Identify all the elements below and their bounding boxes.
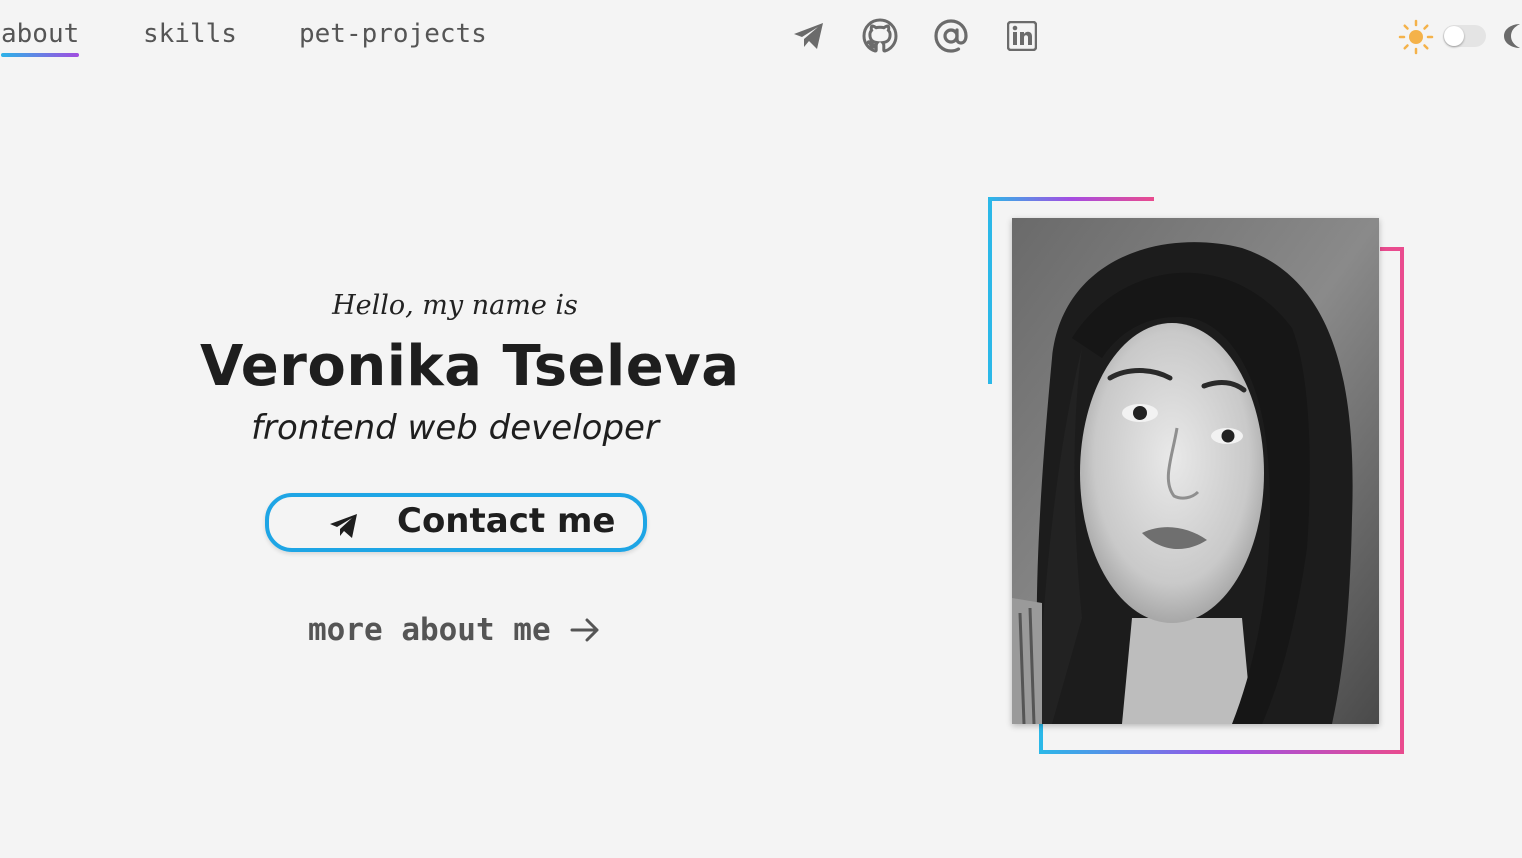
email-link[interactable] bbox=[931, 16, 971, 56]
github-icon bbox=[862, 18, 898, 53]
profile-photo-block bbox=[980, 190, 1420, 770]
nav-link-about[interactable]: about bbox=[1, 17, 80, 57]
nav-link-label: about bbox=[1, 19, 80, 49]
github-link[interactable] bbox=[860, 16, 900, 56]
frame-line bbox=[1039, 750, 1404, 754]
more-about-me-label: more about me bbox=[308, 612, 551, 648]
telegram-icon bbox=[330, 514, 357, 538]
nav-link-label: pet-projects bbox=[299, 19, 487, 49]
moon-icon bbox=[1504, 24, 1520, 48]
hero-name: Veronika Tseleva bbox=[200, 334, 740, 399]
sun-icon bbox=[1398, 19, 1434, 55]
email-at-icon bbox=[934, 19, 968, 53]
frame-line bbox=[988, 197, 992, 384]
contact-me-label: Contact me bbox=[397, 501, 616, 541]
nav-link-skills[interactable]: skills bbox=[143, 17, 237, 51]
more-about-me-link[interactable]: more about me bbox=[308, 612, 601, 648]
portrait-image bbox=[1012, 218, 1379, 724]
active-underline bbox=[1, 53, 80, 57]
frame-line bbox=[988, 197, 1154, 201]
linkedin-link[interactable] bbox=[1002, 16, 1042, 56]
greeting: Hello, my name is bbox=[332, 290, 578, 321]
profile-photo bbox=[1012, 218, 1379, 724]
hero-role: frontend web developer bbox=[251, 408, 659, 448]
toggle-knob bbox=[1444, 26, 1464, 46]
top-nav: about skills pet-projects bbox=[0, 0, 1522, 72]
frame-line bbox=[1039, 722, 1043, 754]
linkedin-icon bbox=[1007, 21, 1037, 51]
nav-link-label: skills bbox=[143, 19, 237, 49]
telegram-icon bbox=[794, 23, 823, 49]
nav-link-pet-projects[interactable]: pet-projects bbox=[299, 17, 487, 51]
theme-toggle[interactable] bbox=[1443, 25, 1486, 47]
contact-me-button[interactable]: Contact me bbox=[265, 493, 647, 552]
arrow-right-icon bbox=[570, 618, 599, 642]
frame-line bbox=[1400, 247, 1404, 754]
telegram-link[interactable] bbox=[789, 16, 829, 56]
